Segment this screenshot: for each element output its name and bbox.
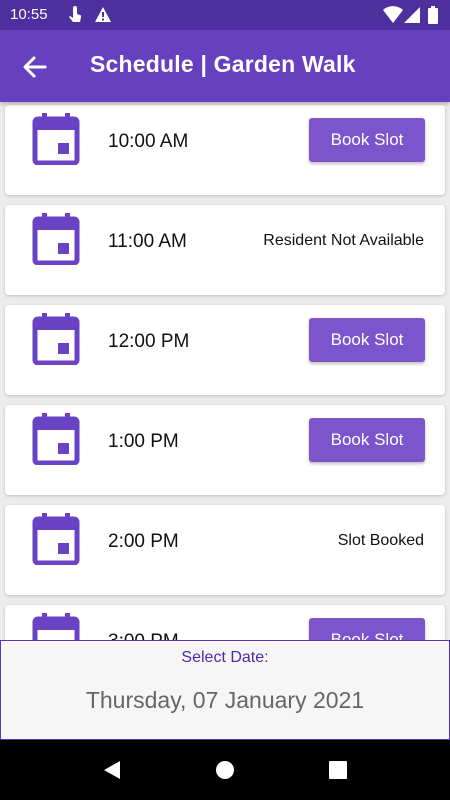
calendar-icon [32, 413, 80, 465]
slot-card: 10:00 AM Book Slot [5, 105, 445, 195]
arrow-left-icon [23, 56, 47, 78]
app-bar: Schedule | Garden Walk [0, 30, 450, 102]
book-slot-button[interactable]: Book Slot [309, 118, 425, 162]
slot-time: 10:00 AM [108, 131, 189, 152]
touch-icon [69, 6, 82, 22]
slot-status: Slot Booked [337, 532, 424, 549]
battery-icon [428, 6, 438, 24]
warning-icon [95, 7, 111, 22]
slot-status: Resident Not Available [263, 232, 424, 249]
book-slot-button[interactable]: Book Slot [309, 418, 425, 462]
status-time: 10:55 [10, 6, 48, 23]
calendar-icon [32, 213, 80, 265]
slot-card: 2:00 PM Slot Booked [5, 505, 445, 595]
calendar-icon [32, 513, 80, 565]
page-title: Schedule | Garden Walk [90, 51, 356, 77]
wifi-icon [383, 6, 403, 23]
slot-time: 12:00 PM [108, 331, 190, 352]
calendar-icon [32, 613, 80, 640]
slot-card: 12:00 PM Book Slot [5, 305, 445, 395]
back-triangle-icon[interactable] [102, 760, 122, 780]
select-date-label: Select Date: [181, 649, 269, 666]
back-button[interactable] [20, 52, 50, 82]
recents-square-icon[interactable] [328, 760, 348, 780]
slot-time: 11:00 AM [108, 231, 187, 252]
book-slot-button[interactable]: Book Slot [309, 318, 425, 362]
slot-time: 2:00 PM [108, 531, 179, 552]
book-slot-button[interactable]: Book Slot [309, 618, 425, 640]
navigation-bar [0, 740, 450, 800]
slot-time: 3:00 PM [108, 631, 179, 640]
calendar-icon [32, 313, 80, 365]
date-picker-panel: Select Date: Thursday, 07 January 2021 [0, 640, 450, 740]
selected-date[interactable]: Thursday, 07 January 2021 [1, 687, 449, 714]
signal-icon [404, 7, 420, 23]
slot-card: 11:00 AM Resident Not Available [5, 205, 445, 295]
slot-card: 1:00 PM Book Slot [5, 405, 445, 495]
calendar-icon [32, 113, 80, 165]
status-bar: 10:55 [0, 0, 450, 30]
home-circle-icon[interactable] [215, 760, 235, 780]
slot-list[interactable]: 10:00 AM Book Slot 11:00 AM Resident Not… [0, 102, 450, 640]
slot-time: 1:00 PM [108, 431, 179, 452]
slot-card: 3:00 PM Book Slot [5, 605, 445, 640]
